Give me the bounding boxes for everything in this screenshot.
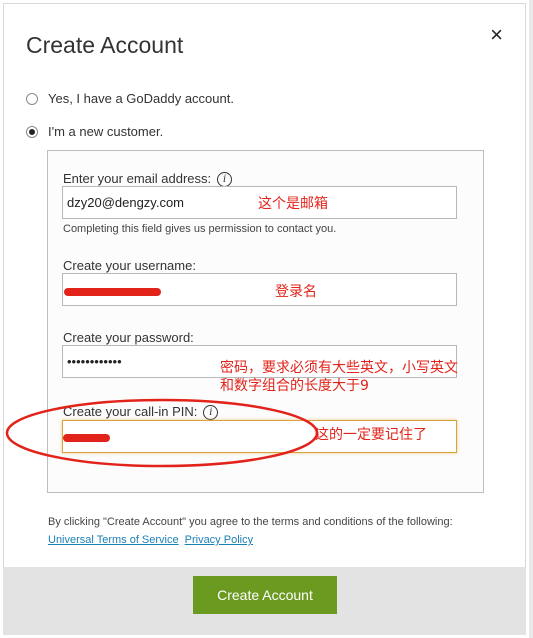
radio-button-new[interactable] [26,125,38,138]
annotation-email: 这个是邮箱 [258,196,328,212]
terms-of-service-link[interactable]: Universal Terms of Service [48,534,179,546]
username-label: Create your username: [63,258,196,273]
annotation-ellipse [5,398,319,468]
annotation-pin: 这的一定要记住了 [315,427,427,443]
dialog-title: Create Account [26,32,184,58]
radio-existing-account[interactable]: Yes, I have a GoDaddy account. [26,91,234,106]
radio-existing-label: Yes, I have a GoDaddy account. [48,91,234,106]
annotation-password-1: 密码，要求必须有大些英文，小写英文 [220,360,458,376]
info-icon[interactable]: i [217,172,233,187]
close-icon[interactable]: × [490,22,503,48]
privacy-policy-link[interactable]: Privacy Policy [185,534,253,546]
annotation-username: 登录名 [275,284,317,300]
password-value: •••••••••••• [67,354,122,369]
terms-text: By clicking "Create Account" you agree t… [48,516,453,546]
password-label: Create your password: [63,330,194,345]
radio-new-customer[interactable]: I'm a new customer. [26,124,163,139]
scrollbar[interactable] [529,0,533,638]
email-hint: Completing this field gives us permissio… [63,223,337,235]
email-label: Enter your email address: i [63,171,233,187]
redaction-scribble [64,288,161,296]
radio-button-existing[interactable] [26,92,38,105]
radio-new-label: I'm a new customer. [48,124,164,139]
create-account-button[interactable]: Create Account [193,576,337,614]
email-value: dzy20@dengzy.com [67,195,185,210]
annotation-password-2: 和数字组合的长度大于9 [220,378,369,394]
